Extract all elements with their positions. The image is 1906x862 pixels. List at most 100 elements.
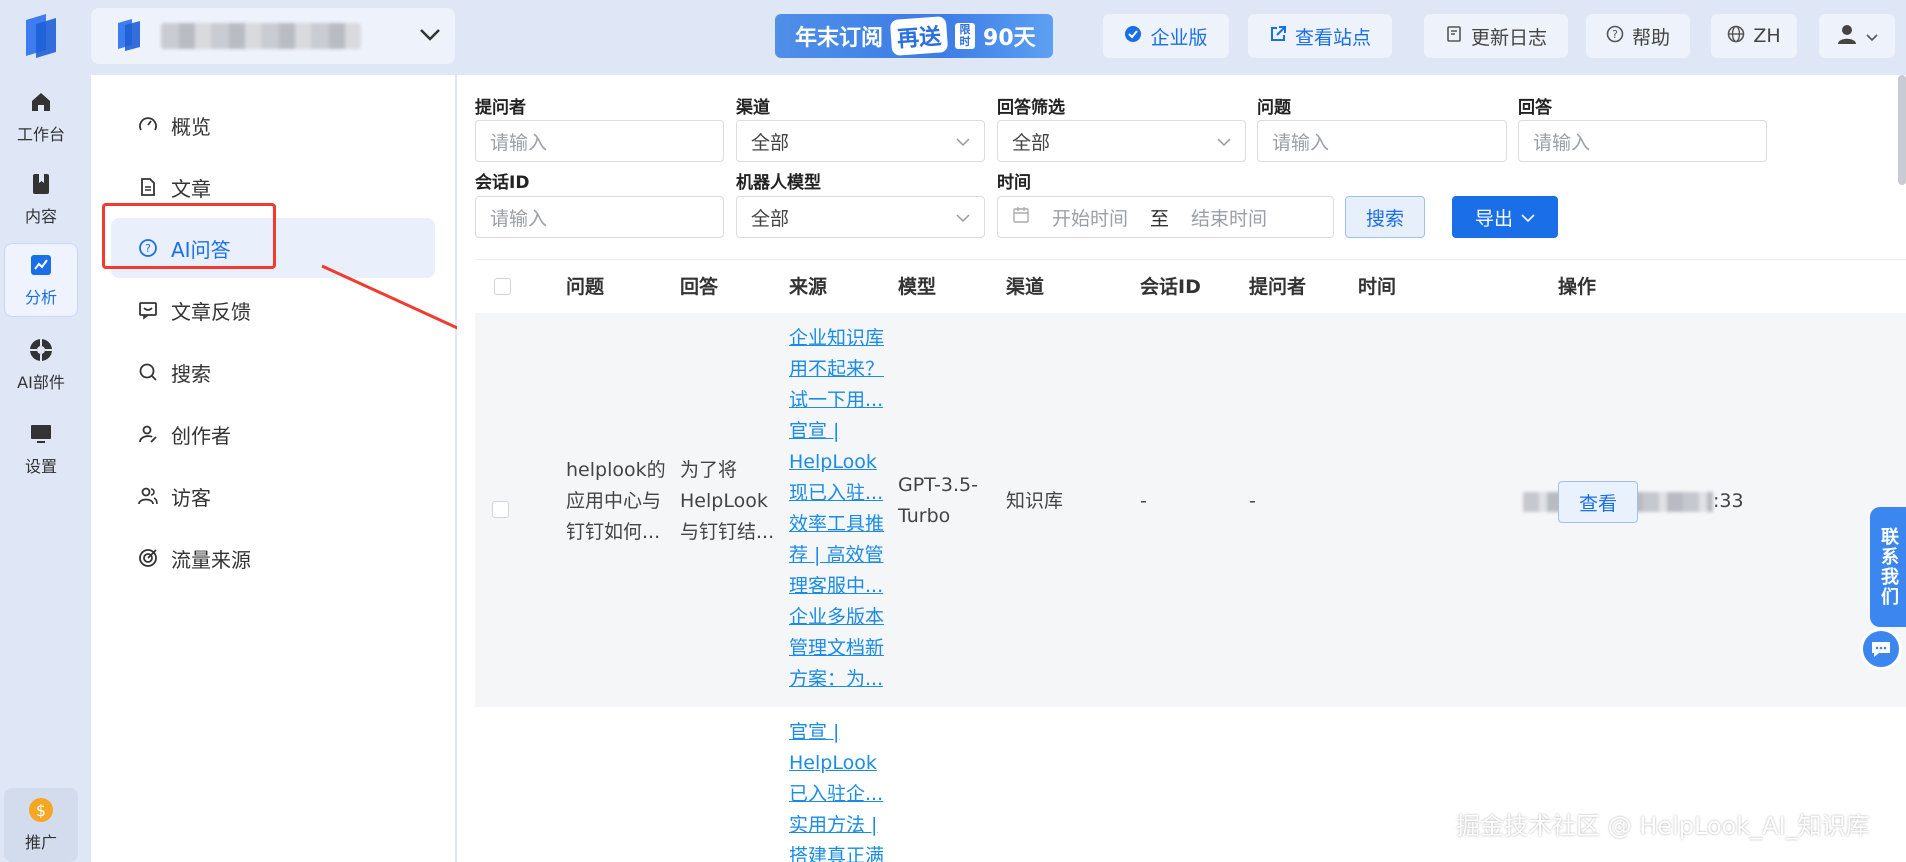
- subnav-item-label: 文章: [171, 176, 211, 201]
- source-link[interactable]: 企业多版本: [789, 602, 889, 633]
- search-icon: [137, 361, 159, 383]
- subnav-item-search[interactable]: 搜索: [111, 342, 435, 402]
- subnav-item-creators[interactable]: 创作者: [111, 404, 435, 464]
- asker-placeholder: 请输入: [490, 131, 548, 154]
- rail-item-ai-widget[interactable]: AI部件: [4, 328, 78, 402]
- time-label: 时间: [997, 173, 1031, 193]
- export-label: 导出: [1474, 207, 1513, 230]
- source-link[interactable]: 试一下用...: [789, 385, 889, 416]
- table-header: 问题 回答 来源 模型 渠道 会话ID 提问者 时间 操作: [475, 259, 1906, 313]
- end-time-placeholder: 结束时间: [1191, 207, 1268, 230]
- time-suffix: :33: [1713, 490, 1744, 512]
- column-header-time: 时间: [1358, 276, 1397, 298]
- app-logo[interactable]: [20, 12, 62, 58]
- model-text-line: GPT-3.5-: [898, 474, 978, 496]
- model-text-line: Turbo: [898, 505, 951, 527]
- source-link[interactable]: 效率工具推: [789, 509, 889, 540]
- session-id-label: 会话ID: [475, 173, 530, 193]
- rail-item-label: 设置: [24, 457, 57, 476]
- channel-select[interactable]: 全部: [736, 120, 985, 162]
- site-name-redacted: [161, 23, 361, 49]
- source-link[interactable]: HelpLook: [789, 447, 889, 478]
- column-header-session-id: 会话ID: [1140, 276, 1201, 298]
- changelog-button[interactable]: 更新日志: [1424, 14, 1568, 58]
- source-link[interactable]: 现已入驻...: [789, 478, 889, 509]
- source-link[interactable]: 荐 | 高效管: [789, 540, 889, 571]
- chevron-down-icon: [956, 130, 970, 152]
- rail-item-label: 内容: [24, 207, 57, 226]
- subnav-item-articles[interactable]: 文章: [111, 157, 435, 217]
- view-site-label: 查看站点: [1294, 26, 1371, 49]
- user-menu-button[interactable]: [1819, 14, 1895, 58]
- rail-item-content[interactable]: 内容: [4, 162, 78, 236]
- ai-question-icon: ?: [137, 237, 159, 259]
- source-link[interactable]: 搭建真正满: [789, 841, 889, 862]
- source-link[interactable]: 用不起来？: [789, 354, 889, 385]
- enterprise-button[interactable]: 企业版: [1103, 14, 1229, 58]
- subnav-item-label: 概览: [171, 114, 211, 139]
- column-header-model: 模型: [898, 276, 937, 298]
- model-cell: GPT-3.5- Turbo: [898, 470, 998, 532]
- subnav-item-label: 搜索: [171, 361, 211, 386]
- asker-input[interactable]: 请输入: [475, 120, 724, 162]
- source-link[interactable]: 理客服中...: [789, 571, 889, 602]
- source-link[interactable]: 官宣 |: [789, 416, 889, 447]
- session-placeholder: 请输入: [490, 207, 548, 230]
- language-button[interactable]: ZH: [1711, 14, 1797, 58]
- select-all-checkbox[interactable]: [494, 278, 511, 295]
- subnav-item-traffic-sources[interactable]: 流量来源: [111, 528, 435, 588]
- ai-qa-panel: 提问者 请输入 渠道 全部 回答筛选 全部 问题 请输入 回答 请输入 会话ID…: [457, 75, 1906, 862]
- document-edit-icon: [1445, 25, 1463, 48]
- rail-item-label: AI部件: [17, 373, 65, 392]
- answer-filter-value: 全部: [1012, 131, 1051, 154]
- source-link[interactable]: 企业知识库: [789, 323, 889, 354]
- source-link[interactable]: 官宣 |: [789, 717, 889, 748]
- export-button[interactable]: 导出: [1452, 196, 1558, 238]
- globe-icon: [1727, 25, 1745, 48]
- help-button[interactable]: ? 帮助: [1586, 14, 1690, 58]
- promo-banner[interactable]: 年末订阅 再送 限时 90天: [775, 14, 1053, 58]
- subnav-item-visitors[interactable]: 访客: [111, 466, 435, 526]
- view-site-button[interactable]: 查看站点: [1248, 14, 1392, 58]
- rail-item-settings[interactable]: 设置: [4, 412, 78, 486]
- source-link[interactable]: 管理文档新: [789, 633, 889, 664]
- row-checkbox[interactable]: [492, 501, 509, 518]
- source-link[interactable]: 实用方法 |: [789, 810, 889, 841]
- rail-item-workbench[interactable]: 工作台: [4, 80, 78, 154]
- date-range-picker[interactable]: 开始时间 至 结束时间: [997, 196, 1334, 238]
- source-link[interactable]: HelpLook: [789, 748, 889, 779]
- subnav-item-label: AI问答: [171, 237, 231, 262]
- asker-label: 提问者: [475, 98, 526, 118]
- user-avatar-icon: [1836, 23, 1858, 50]
- source-link[interactable]: 方案：为...: [789, 664, 889, 695]
- users-icon: [137, 485, 159, 507]
- source-link[interactable]: 已入驻企...: [789, 779, 889, 810]
- svg-text:?: ?: [1612, 28, 1618, 41]
- vertical-scrollbar[interactable]: [1898, 75, 1906, 185]
- rail-item-analytics[interactable]: 分析: [4, 243, 78, 317]
- promo-days: 90天: [983, 26, 1036, 51]
- icon-rail: 工作台 内容 分析 AI部件 设置 $ 推广: [0, 0, 82, 862]
- answer-input[interactable]: 请输入: [1518, 120, 1767, 162]
- analytics-subnav: 概览 文章 ? AI问答 文章反馈 搜索 创作者 访客 流量来源: [91, 75, 455, 862]
- chevron-down-icon: [419, 25, 441, 47]
- question-input[interactable]: 请输入: [1257, 120, 1507, 162]
- changelog-label: 更新日志: [1470, 26, 1547, 49]
- chat-bubble-icon[interactable]: [1860, 628, 1902, 670]
- rail-item-promotion[interactable]: $ 推广: [4, 788, 78, 862]
- session-id-input[interactable]: 请输入: [475, 196, 724, 238]
- chevron-down-icon: [1521, 206, 1535, 228]
- answer-filter-select[interactable]: 全部: [997, 120, 1246, 162]
- contact-us-tab[interactable]: 联系我们: [1870, 507, 1906, 627]
- question-label: 问题: [1257, 98, 1291, 118]
- coin-icon: $: [28, 797, 54, 823]
- search-button[interactable]: 搜索: [1345, 196, 1425, 238]
- subnav-item-overview[interactable]: 概览: [111, 95, 435, 155]
- site-selector[interactable]: [91, 8, 455, 64]
- answer-filter-label: 回答筛选: [997, 98, 1065, 118]
- subnav-item-feedback[interactable]: 文章反馈: [111, 280, 435, 340]
- view-button[interactable]: 查看: [1558, 481, 1638, 523]
- help-circle-icon: ?: [1606, 25, 1624, 48]
- subnav-item-ai-qa[interactable]: ? AI问答: [111, 218, 435, 278]
- bot-model-select[interactable]: 全部: [736, 196, 985, 238]
